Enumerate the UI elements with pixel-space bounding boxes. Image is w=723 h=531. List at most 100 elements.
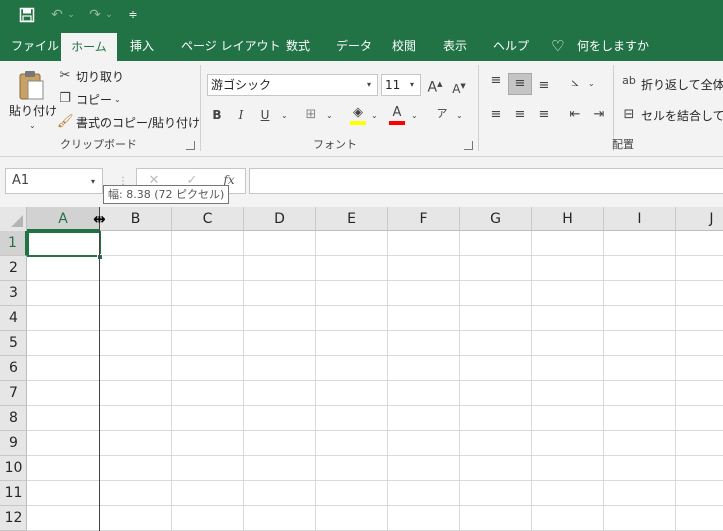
column-header-f[interactable]: F — [388, 207, 460, 231]
column-header-g[interactable]: G — [460, 207, 532, 231]
gridline — [27, 405, 723, 406]
orientation-icon[interactable]: ⦣ — [566, 75, 584, 91]
wrap-text-icon[interactable]: ab — [621, 73, 637, 89]
column-header-e[interactable]: E — [316, 207, 388, 231]
phonetic-guide-icon[interactable]: ア — [434, 106, 450, 122]
row-header-6[interactable]: 6 — [0, 356, 27, 381]
align-left-icon[interactable]: ≡ — [487, 107, 505, 123]
gridline — [459, 231, 460, 531]
font-family-select[interactable]: 游ゴシック — [207, 74, 378, 96]
font-group-label: フォント — [313, 138, 357, 151]
wrap-text-button[interactable]: 折り返して全体を — [641, 77, 723, 93]
fill-handle[interactable] — [97, 254, 103, 260]
row-header-11[interactable]: 11 — [0, 481, 27, 506]
font-size-dropdown-icon[interactable]: ▾ — [410, 80, 414, 90]
save-icon[interactable] — [18, 6, 36, 24]
copy-dropdown-icon[interactable]: ⌄ — [114, 95, 121, 105]
fill-color-dropdown-icon[interactable]: ⌄ — [371, 111, 378, 121]
font-color-icon[interactable]: A — [389, 105, 405, 121]
tab-home[interactable]: ホーム — [61, 33, 117, 61]
tab-help[interactable]: ヘルプ — [493, 31, 529, 61]
row-header-9[interactable]: 9 — [0, 431, 27, 456]
underline-button[interactable]: U — [258, 107, 272, 123]
column-header-b[interactable]: B — [100, 207, 172, 231]
gridline — [27, 455, 723, 456]
column-header-c[interactable]: C — [172, 207, 244, 231]
align-right-icon[interactable]: ≡ — [535, 107, 553, 123]
formula-input[interactable] — [249, 168, 723, 194]
customize-qat-icon[interactable]: ≑ — [126, 6, 140, 24]
row-header-3[interactable]: 3 — [0, 281, 27, 306]
row-header-4[interactable]: 4 — [0, 306, 27, 331]
gridline — [27, 330, 723, 331]
copy-button[interactable]: コピー — [76, 92, 112, 108]
font-size-select[interactable]: 11 — [381, 74, 421, 96]
row-header-5[interactable]: 5 — [0, 331, 27, 356]
bottom-align-icon[interactable]: ≡ — [535, 78, 553, 94]
top-align-icon[interactable]: ≡ — [487, 73, 505, 89]
paste-dropdown-icon[interactable]: ⌄ — [29, 121, 36, 131]
font-family-dropdown-icon[interactable]: ▾ — [367, 80, 371, 90]
font-shrink-icon[interactable]: A▼ — [450, 78, 468, 97]
increase-indent-icon[interactable]: ⇥ — [590, 107, 608, 123]
row-header-12[interactable]: 12 — [0, 506, 27, 531]
gridline — [27, 480, 723, 481]
italic-button[interactable]: I — [234, 107, 248, 123]
column-width-tooltip: 幅: 8.38 (72 ピクセル) — [103, 185, 230, 204]
paste-icon[interactable] — [17, 69, 45, 101]
row-header-8[interactable]: 8 — [0, 406, 27, 431]
tab-data[interactable]: データ — [336, 31, 372, 61]
font-color-dropdown-icon[interactable]: ⌄ — [411, 111, 418, 121]
gridline — [675, 231, 676, 531]
row-header-1[interactable]: 1 — [0, 231, 27, 256]
row-header-7[interactable]: 7 — [0, 381, 27, 406]
borders-dropdown-icon[interactable]: ⌄ — [326, 111, 333, 121]
middle-align-icon[interactable]: ≡ — [511, 76, 529, 92]
decrease-indent-icon[interactable]: ⇤ — [566, 107, 584, 123]
tab-insert[interactable]: 挿入 — [130, 31, 154, 61]
spreadsheet-grid[interactable]: ABCDEFGHIJ 1 2 3 4 5 6 7 8 9 10 11 12 ⇹ — [0, 207, 723, 531]
select-all-button[interactable] — [0, 207, 27, 231]
font-launcher-icon[interactable] — [464, 141, 473, 150]
tab-file[interactable]: ファイル — [11, 31, 59, 61]
merge-center-icon[interactable]: ⊟ — [621, 107, 637, 123]
cut-button[interactable]: 切り取り — [76, 69, 124, 85]
column-header-a[interactable]: A — [27, 207, 100, 231]
row-header-10[interactable]: 10 — [0, 456, 27, 481]
paste-button[interactable]: 貼り付け — [9, 103, 57, 119]
font-grow-icon[interactable]: A▲ — [426, 76, 444, 96]
fill-color-swatch — [350, 121, 366, 125]
merge-center-button[interactable]: セルを結合して中 — [641, 108, 723, 124]
column-header-i[interactable]: I — [604, 207, 676, 231]
bold-button[interactable]: B — [210, 107, 224, 123]
redo-dropdown-icon[interactable]: ⌄ — [104, 6, 114, 24]
underline-dropdown-icon[interactable]: ⌄ — [281, 111, 288, 121]
clipboard-group-label: クリップボード — [60, 138, 137, 151]
tab-page-layout[interactable]: ページ レイアウト — [181, 31, 281, 61]
borders-icon[interactable]: ⊞ — [303, 107, 319, 123]
tab-formulas[interactable]: 数式 — [286, 31, 310, 61]
format-painter-button[interactable]: 書式のコピー/貼り付け — [76, 115, 200, 131]
redo-icon[interactable]: ↷ — [86, 6, 104, 24]
tell-me-box[interactable]: 何をしますか — [577, 31, 649, 61]
active-cell[interactable] — [27, 231, 101, 257]
orientation-dropdown-icon[interactable]: ⌄ — [588, 79, 595, 89]
group-divider — [478, 65, 479, 151]
column-header-j[interactable]: J — [676, 207, 723, 231]
clipboard-launcher-icon[interactable] — [186, 141, 195, 150]
fill-color-icon[interactable]: ◈ — [350, 105, 366, 121]
group-divider — [200, 65, 201, 151]
tab-view[interactable]: 表示 — [443, 31, 467, 61]
row-header-2[interactable]: 2 — [0, 256, 27, 281]
column-header-h[interactable]: H — [532, 207, 604, 231]
undo-icon[interactable]: ↶ — [48, 6, 66, 24]
align-center-icon[interactable]: ≡ — [511, 107, 529, 123]
name-box-dropdown-icon[interactable]: ▾ — [91, 177, 95, 187]
column-header-d[interactable]: D — [244, 207, 316, 231]
gridline — [243, 231, 244, 531]
tab-review[interactable]: 校閲 — [392, 31, 416, 61]
undo-dropdown-icon[interactable]: ⌄ — [66, 6, 76, 24]
phonetic-dropdown-icon[interactable]: ⌄ — [456, 111, 463, 121]
column-headers: ABCDEFGHIJ — [0, 207, 723, 231]
name-box[interactable]: A1 — [5, 168, 103, 194]
